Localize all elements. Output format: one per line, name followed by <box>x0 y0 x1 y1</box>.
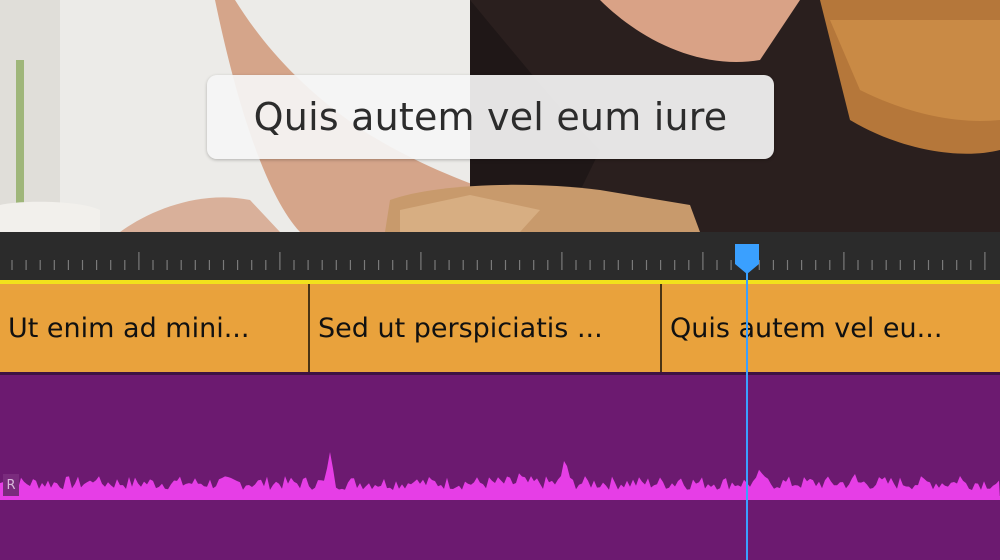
playhead-line[interactable] <box>746 262 748 560</box>
timeline-ruler[interactable] <box>0 232 1000 280</box>
caption-clip-2[interactable]: Sed ut perspiciatis ... <box>310 284 662 372</box>
audio-track[interactable]: R <box>0 372 1000 560</box>
audio-waveform <box>0 452 1000 500</box>
waveform-baseline <box>0 496 1000 500</box>
playhead-marker-icon[interactable] <box>733 244 761 274</box>
ruler-ticks <box>11 252 986 270</box>
caption-clip-label: Quis autem vel eu... <box>670 312 943 344</box>
caption-clip-1[interactable]: Ut enim ad mini... <box>0 284 310 372</box>
waveform-shape <box>0 452 1000 500</box>
audio-channel-label: R <box>3 474 19 496</box>
caption-track: Ut enim ad mini... Sed ut perspiciatis .… <box>0 280 1000 372</box>
caption-clip-label: Sed ut perspiciatis ... <box>318 312 603 344</box>
video-preview: Quis autem vel eum iure <box>0 0 1000 232</box>
caption-clip-label: Ut enim ad mini... <box>8 312 250 344</box>
caption-clip-3[interactable]: Quis autem vel eu... <box>662 284 1000 372</box>
caption-overlay-text: Quis autem vel eum iure <box>207 75 774 159</box>
